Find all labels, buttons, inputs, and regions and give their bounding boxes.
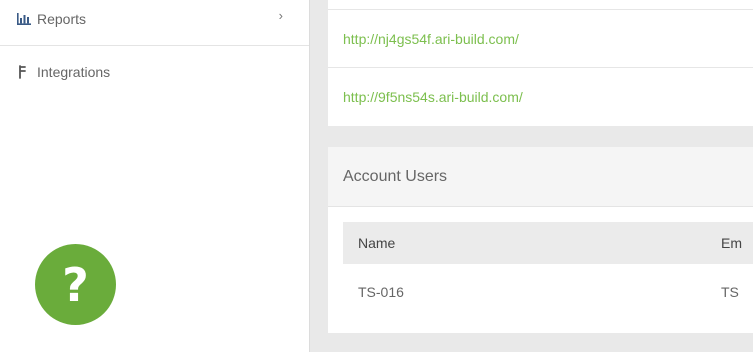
site-link[interactable]: http://nj4gs54f.ari-build.com/ bbox=[343, 31, 519, 47]
sidebar: Reports › Integrations ? bbox=[0, 0, 310, 352]
table-header: Name Em bbox=[343, 222, 753, 264]
site-link[interactable]: http://9f5ns54s.ari-build.com/ bbox=[343, 89, 523, 105]
column-header-name[interactable]: Name bbox=[358, 222, 395, 264]
card-title: Account Users bbox=[343, 167, 448, 185]
main-content: http://nj4gs54f.ari-build.com/ http://9f… bbox=[310, 0, 753, 352]
chevron-right-icon: › bbox=[278, 8, 283, 23]
table-row[interactable]: TS-016 TS bbox=[343, 271, 753, 313]
card-header: Account Users bbox=[328, 147, 753, 207]
sidebar-item-reports[interactable]: Reports › bbox=[0, 0, 309, 46]
links-card: http://nj4gs54f.ari-build.com/ http://9f… bbox=[328, 0, 753, 126]
sidebar-item-label: Reports bbox=[37, 10, 87, 27]
column-header-email[interactable]: Em bbox=[721, 222, 742, 264]
cell-name: TS-016 bbox=[358, 284, 404, 300]
help-button[interactable]: ? bbox=[35, 244, 116, 325]
question-mark-icon: ? bbox=[62, 257, 89, 312]
bar-chart-icon bbox=[17, 12, 31, 25]
plug-icon bbox=[17, 65, 31, 79]
sidebar-item-integrations[interactable]: Integrations bbox=[0, 52, 309, 92]
list-item: http://nj4gs54f.ari-build.com/ bbox=[328, 9, 753, 68]
cell-email: TS bbox=[721, 284, 739, 300]
sidebar-item-label: Integrations bbox=[37, 64, 111, 80]
account-users-card: Account Users Name Em TS-016 TS bbox=[328, 147, 753, 333]
list-item: http://9f5ns54s.ari-build.com/ bbox=[328, 67, 753, 126]
